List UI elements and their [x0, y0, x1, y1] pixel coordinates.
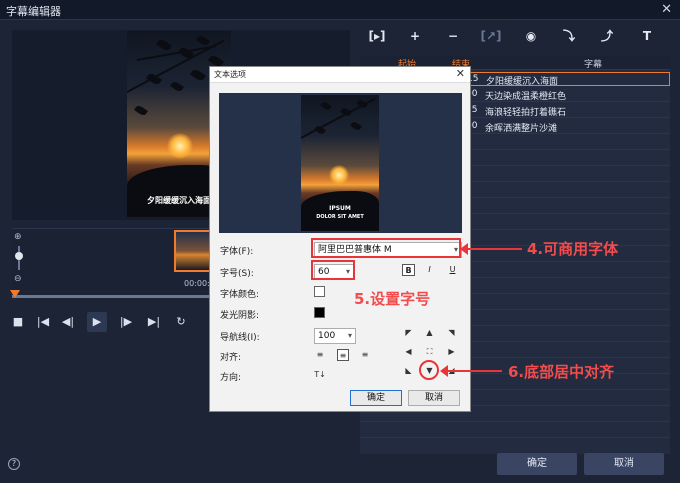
dialog-preview-text-1: IPSUM — [329, 205, 351, 212]
split-icon[interactable]: [↗] — [480, 26, 502, 46]
zoom-out-icon[interactable]: ⊖ — [14, 274, 22, 284]
help-icon[interactable]: ? — [8, 458, 20, 470]
window-close-icon[interactable]: ✕ — [661, 2, 672, 17]
direction-label: 方向: — [220, 373, 242, 383]
leaf — [170, 80, 184, 93]
leaf — [320, 100, 332, 112]
underline-button[interactable]: U — [446, 264, 459, 276]
font-color-label: 字体颜色: — [220, 290, 260, 300]
leaf — [155, 37, 173, 53]
dialog-preview-photo: IPSUM DOLOR SIT AMET — [301, 95, 379, 231]
row-subtitle-text: 海浪轻轻拍打着礁石 — [485, 108, 567, 118]
font-color-swatch[interactable] — [314, 286, 325, 297]
stop-icon[interactable]: ■ — [8, 312, 28, 332]
bold-button[interactable]: B — [402, 264, 415, 276]
remove-icon[interactable]: − — [442, 26, 464, 46]
align-right-icon[interactable]: ≡ — [359, 349, 371, 361]
dialog-preview-text-2: DOLOR SIT AMET — [316, 214, 364, 220]
zoom-in-icon[interactable]: ⊕ — [14, 232, 22, 242]
branch — [136, 45, 216, 61]
position-middle-right-icon[interactable]: ▶ — [446, 346, 457, 357]
chevron-down-icon: ▾ — [347, 331, 352, 340]
font-highlight-box — [311, 238, 461, 258]
align-arrow — [440, 365, 502, 377]
play-icon[interactable]: ▶ — [87, 312, 107, 332]
row-subtitle-text: 余晖洒满整片沙滩 — [485, 124, 558, 134]
video-clip-thumbnail[interactable] — [174, 230, 214, 272]
dialog-ok-button[interactable]: 确定 — [350, 390, 402, 406]
sun — [329, 165, 349, 185]
leaf — [350, 120, 362, 132]
dialog-cancel-button[interactable]: 取消 — [408, 390, 460, 406]
go-start-icon[interactable]: |◀ — [33, 312, 53, 332]
leaf — [134, 104, 148, 117]
window-title: 字幕编辑器 — [6, 5, 61, 18]
font-annotation: 4.可商用字体 — [527, 240, 619, 258]
preview-icon[interactable]: ◉ — [520, 26, 542, 46]
empty-row — [360, 424, 670, 438]
leaf — [189, 67, 207, 83]
align-left-icon[interactable]: ≡ — [314, 349, 326, 361]
loop-icon[interactable]: ↻ — [171, 312, 191, 332]
add-icon[interactable]: + — [404, 26, 426, 46]
leaf — [196, 34, 210, 47]
position-top-right-icon[interactable]: ◥ — [446, 327, 457, 338]
font-label: 字体(F): — [220, 247, 254, 257]
go-end-icon[interactable]: ▶| — [144, 312, 164, 332]
title-bar: 字幕编辑器 ✕ — [0, 0, 680, 20]
zoom-control[interactable]: ⊕ ⊖ — [14, 232, 24, 288]
dialog-title-bar: 文本选项 ✕ — [210, 67, 470, 83]
font-arrow — [460, 243, 522, 255]
next-frame-icon[interactable]: |▶ — [116, 312, 136, 332]
align-highlight-circle — [419, 360, 439, 380]
prev-frame-icon[interactable]: ◀| — [58, 312, 78, 332]
italic-button[interactable]: I — [423, 264, 436, 276]
size-highlight-box — [311, 260, 355, 280]
dialog-title: 文本选项 — [214, 70, 246, 79]
dialog-close-icon[interactable]: ✕ — [456, 67, 465, 80]
align-label: 对齐: — [220, 353, 242, 363]
text-direction-icon[interactable]: T↓ — [314, 369, 326, 381]
position-top-left-icon[interactable]: ◤ — [403, 327, 414, 338]
subtitle-toolbar: [▸] + − [↗] ◉ ⤵ ⤴ T — [360, 24, 670, 48]
import-icon[interactable]: ⤵ — [558, 26, 580, 46]
export-icon[interactable]: ⤴ — [596, 26, 618, 46]
row-subtitle-text: 天边染成温柔橙红色 — [485, 92, 567, 102]
position-top-center-icon[interactable]: ▲ — [424, 327, 435, 338]
col-subtitle-header: 字幕 — [584, 60, 603, 70]
position-center-icon[interactable]: ⛶ — [424, 346, 435, 357]
align-annotation: 6.底部居中对齐 — [508, 363, 615, 381]
guide-line-value: 100 — [318, 331, 336, 341]
glow-shadow-swatch[interactable] — [314, 307, 325, 318]
guide-line-select[interactable]: 100 ▾ — [314, 328, 356, 344]
ok-button[interactable]: 确定 — [497, 453, 577, 475]
insert-subtitle-icon[interactable]: [▸] — [366, 26, 388, 46]
playhead-marker[interactable] — [10, 290, 20, 298]
size-label: 字号(S): — [220, 269, 254, 279]
size-annotation: 5.设置字号 — [354, 290, 431, 308]
guide-line-label: 导航线(I): — [220, 333, 260, 343]
glow-shadow-label: 发光阴影: — [220, 311, 260, 321]
cancel-button[interactable]: 取消 — [584, 453, 664, 475]
zoom-knob[interactable] — [15, 252, 23, 260]
position-middle-left-icon[interactable]: ◀ — [403, 346, 414, 357]
sun — [167, 133, 193, 159]
row-subtitle-text: 夕阳缓缓沉入海面 — [486, 77, 559, 87]
position-bottom-left-icon[interactable]: ◣ — [403, 365, 414, 376]
text-options-icon[interactable]: T — [636, 26, 658, 46]
align-center-icon[interactable]: ≡ — [337, 349, 349, 361]
